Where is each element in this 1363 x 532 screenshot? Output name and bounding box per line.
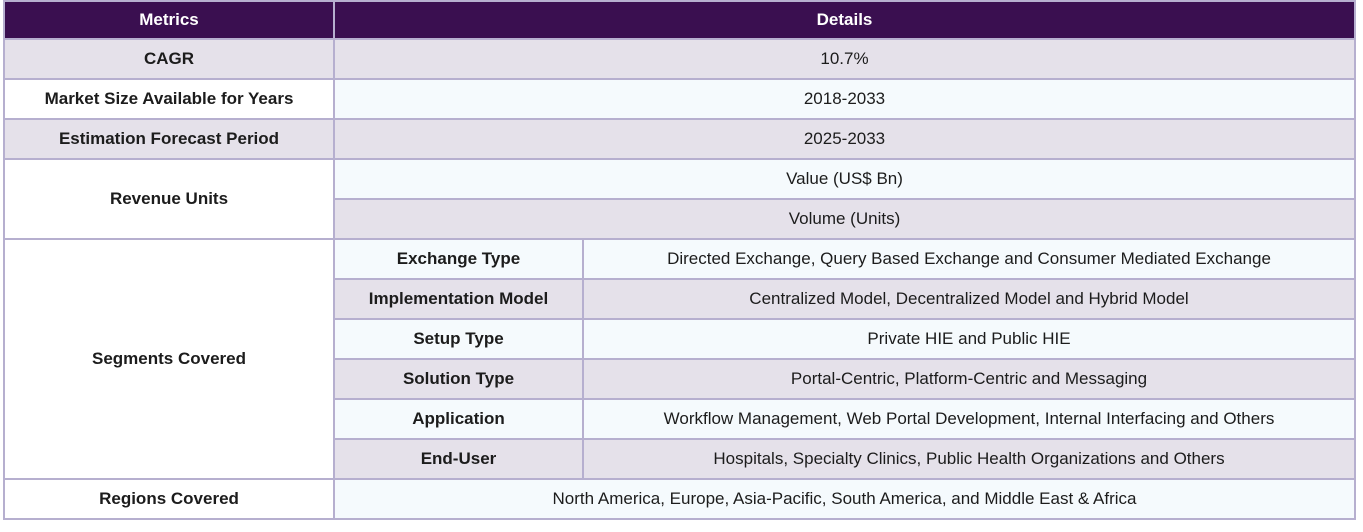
segment-name-exchange: Exchange Type — [333, 238, 584, 280]
row-label-cagr: CAGR — [3, 38, 335, 80]
segment-name-solution: Solution Type — [333, 358, 584, 400]
segment-name-end-user: End-User — [333, 438, 584, 480]
row-label-segments: Segments Covered — [3, 238, 335, 480]
table-row-market-size: Market Size Available for Years 2018-203… — [3, 78, 1356, 120]
row-value-regions: North America, Europe, Asia-Pacific, Sou… — [333, 478, 1356, 520]
segment-value-setup: Private HIE and Public HIE — [582, 318, 1356, 360]
row-value-cagr: 10.7% — [333, 38, 1356, 80]
row-label-market-size: Market Size Available for Years — [3, 78, 335, 120]
row-value-forecast: 2025-2033 — [333, 118, 1356, 160]
row-label-revenue: Revenue Units — [3, 158, 335, 240]
header-metrics: Metrics — [3, 0, 335, 40]
report-table: Metrics Details CAGR 10.7% Market Size A… — [3, 0, 1356, 520]
segment-value-end-user: Hospitals, Specialty Clinics, Public Hea… — [582, 438, 1356, 480]
segment-name-setup: Setup Type — [333, 318, 584, 360]
row-label-regions: Regions Covered — [3, 478, 335, 520]
segment-name-application: Application — [333, 398, 584, 440]
table-row-revenue: Revenue Units Value (US$ Bn) — [3, 158, 1356, 240]
row-value-revenue-value: Value (US$ Bn) — [333, 158, 1356, 200]
table-row-cagr: CAGR 10.7% — [3, 38, 1356, 80]
row-label-forecast: Estimation Forecast Period — [3, 118, 335, 160]
segment-value-application: Workflow Management, Web Portal Developm… — [582, 398, 1356, 440]
segment-value-exchange: Directed Exchange, Query Based Exchange … — [582, 238, 1356, 280]
row-value-revenue-volume: Volume (Units) — [333, 198, 1356, 240]
table-row-segment-exchange: Segments Covered Exchange Type Directed … — [3, 238, 1356, 480]
table-row-regions: Regions Covered North America, Europe, A… — [3, 478, 1356, 520]
segment-value-implementation: Centralized Model, Decentralized Model a… — [582, 278, 1356, 320]
table-row-forecast: Estimation Forecast Period 2025-2033 — [3, 118, 1356, 160]
row-value-market-size: 2018-2033 — [333, 78, 1356, 120]
header-details: Details — [333, 0, 1356, 40]
header-row: Metrics Details — [3, 0, 1356, 40]
segment-value-solution: Portal-Centric, Platform-Centric and Mes… — [582, 358, 1356, 400]
segment-name-implementation: Implementation Model — [333, 278, 584, 320]
